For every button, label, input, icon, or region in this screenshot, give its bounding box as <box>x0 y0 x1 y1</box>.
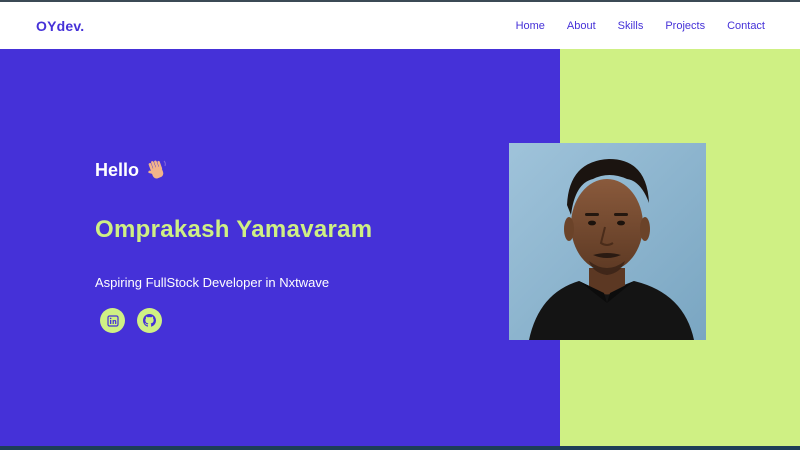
navbar: OYdev. Home About Skills Projects Contac… <box>0 2 800 49</box>
github-button[interactable] <box>137 308 162 333</box>
hero-greeting: Hello <box>95 158 169 182</box>
nav-skills[interactable]: Skills <box>618 20 644 32</box>
greeting-text: Hello <box>95 159 140 180</box>
nav-home[interactable]: Home <box>516 20 545 32</box>
hero-name: Omprakash Yamavaram <box>95 216 373 243</box>
hero-role: Aspiring FullStock Developer in Nxtwave <box>95 275 330 290</box>
linkedin-button[interactable] <box>100 308 125 333</box>
github-icon <box>143 314 156 327</box>
bottom-border <box>0 446 800 450</box>
site-logo[interactable]: OYdev. <box>36 18 84 34</box>
hero-section <box>0 49 560 446</box>
nav-links: Home About Skills Projects Contact <box>516 20 765 32</box>
nav-projects[interactable]: Projects <box>665 20 705 32</box>
nav-about[interactable]: About <box>567 20 596 32</box>
linkedin-icon <box>106 314 119 327</box>
waving-hand-icon <box>145 158 169 182</box>
social-links <box>100 308 162 333</box>
nav-contact[interactable]: Contact <box>727 20 765 32</box>
profile-photo <box>509 143 706 340</box>
